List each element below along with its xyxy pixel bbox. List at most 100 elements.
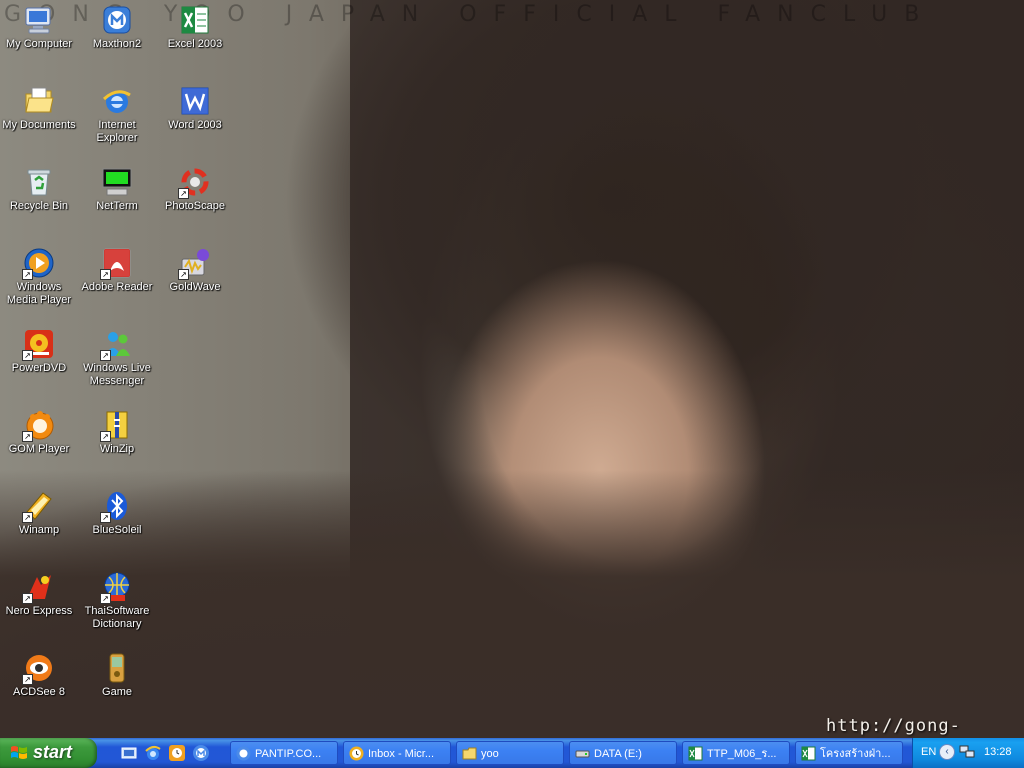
desktop-icon-gom-player[interactable]: ↗ GOM Player xyxy=(0,409,78,456)
photoscape-icon: ↗ xyxy=(178,166,211,199)
folder-icon xyxy=(462,747,477,760)
taskbar-button-label: DATA (E:) xyxy=(594,748,642,760)
desktop-icon-my-documents[interactable]: My Documents xyxy=(0,85,78,132)
desktop-icon-maxthon[interactable]: Maxthon2 xyxy=(78,4,156,51)
shortcut-arrow-icon: ↗ xyxy=(100,512,111,523)
show-hidden-icons-button[interactable]: ‹ xyxy=(939,744,955,760)
taskbar-button-label: โครงสร้างฝ่า... xyxy=(820,748,891,760)
desktop-icon-label: GOM Player xyxy=(8,443,70,455)
internet-explorer-icon xyxy=(101,85,133,117)
maxthon-icon[interactable] xyxy=(192,744,210,762)
shortcut-arrow-icon: ↗ xyxy=(100,593,111,604)
shortcut-arrow-icon: ↗ xyxy=(100,269,111,280)
taskbar-button-label: TTP_M06_ร... xyxy=(707,748,777,760)
excel-icon xyxy=(688,746,703,761)
internet-explorer-icon[interactable] xyxy=(144,744,162,762)
desktop-icon-label: BlueSoleil xyxy=(92,524,142,536)
desktop-icon-label: Internet Explorer xyxy=(96,119,138,144)
taskbar: start PANTIP.CO... Inbox - Micr... yoo D… xyxy=(0,738,1024,768)
clock-app-icon[interactable] xyxy=(168,744,186,762)
desktop-icon-label: GoldWave xyxy=(169,281,221,293)
shortcut-arrow-icon: ↗ xyxy=(178,269,189,280)
desktop-icon-word[interactable]: Word 2003 xyxy=(156,85,234,132)
windows-flag-icon xyxy=(11,746,27,759)
desktop-icon-my-computer[interactable]: My Computer xyxy=(0,4,78,51)
desktop-icon-thaisoftware-dictionary[interactable]: ↗ ThaiSoftware Dictionary xyxy=(78,571,156,631)
desktop-icon-netterm[interactable]: NetTerm xyxy=(78,166,156,213)
desktop-icon-excel[interactable]: Excel 2003 xyxy=(156,4,234,51)
desktop-icon-label: ThaiSoftware Dictionary xyxy=(84,605,150,630)
desktop-icon-winzip[interactable]: ↗ WinZip xyxy=(78,409,156,456)
goldwave-icon: ↗ xyxy=(178,247,211,280)
desktop-icon-label: Adobe Reader xyxy=(81,281,153,293)
acdsee-icon: ↗ xyxy=(22,652,55,685)
desktop-icon-acdsee[interactable]: ↗ ACDSee 8 xyxy=(0,652,78,699)
desktop-icon-label: Excel 2003 xyxy=(167,38,223,50)
winzip-icon: ↗ xyxy=(100,409,133,442)
desktop-icon-label: Recycle Bin xyxy=(9,200,69,212)
desktop-icon-label: WinZip xyxy=(99,443,135,455)
shortcut-arrow-icon: ↗ xyxy=(100,350,111,361)
windows-media-player-icon: ↗ xyxy=(22,247,55,280)
clock[interactable]: 13:28 xyxy=(984,746,1012,758)
desktop-icon-label: Windows Live Messenger xyxy=(83,362,151,387)
desktop-icon-label: Game xyxy=(102,686,132,698)
desktop-icon-photoscape[interactable]: ↗ PhotoScape xyxy=(156,166,234,213)
desktop-icon-game[interactable]: Game xyxy=(78,652,156,699)
bluetooth-icon: ↗ xyxy=(100,490,133,523)
winamp-icon: ↗ xyxy=(22,490,55,523)
taskbar-button-inbox[interactable]: Inbox - Micr... xyxy=(343,741,451,765)
start-button[interactable]: start xyxy=(0,738,97,768)
desktop-icon-label: PowerDVD xyxy=(11,362,67,374)
drive-icon xyxy=(575,750,590,758)
desktop-icon-label: My Documents xyxy=(2,119,76,131)
desktop-icon-winamp[interactable]: ↗ Winamp xyxy=(0,490,78,537)
desktop-icon-internet-explorer[interactable]: Internet Explorer xyxy=(78,85,156,145)
desktop-icon-windows-live-messenger[interactable]: ↗ Windows Live Messenger xyxy=(78,328,156,388)
language-indicator[interactable]: EN xyxy=(921,746,936,758)
dictionary-globe-icon: ↗ xyxy=(100,571,133,604)
taskbar-button-label: yoo xyxy=(481,748,499,760)
shortcut-arrow-icon: ↗ xyxy=(100,431,111,442)
nero-icon: ↗ xyxy=(22,571,55,604)
desktop-icon-adobe-reader[interactable]: ↗ Adobe Reader xyxy=(78,247,156,294)
excel-icon xyxy=(801,746,816,761)
my-computer-icon xyxy=(23,4,55,36)
taskbar-button-structure-excel[interactable]: โครงสร้างฝ่า... xyxy=(795,741,903,765)
outlook-icon xyxy=(349,746,364,761)
desktop-icon-label: My Computer xyxy=(5,38,73,50)
desktop-icon-nero-express[interactable]: ↗ Nero Express xyxy=(0,571,78,618)
desktop-icon-label: PhotoScape xyxy=(165,200,225,212)
maxthon-icon xyxy=(101,4,133,36)
desktop-icon-label: Word 2003 xyxy=(168,119,222,131)
word-icon xyxy=(179,85,211,117)
shortcut-arrow-icon: ↗ xyxy=(22,350,33,361)
taskbar-button-data-drive[interactable]: DATA (E:) xyxy=(569,741,677,765)
my-documents-icon xyxy=(23,85,55,117)
shortcut-arrow-icon: ↗ xyxy=(178,188,189,199)
desktop-icon-windows-media-player[interactable]: ↗ Windows Media Player xyxy=(0,247,78,307)
taskbar-button-pantip[interactable]: PANTIP.CO... xyxy=(230,741,338,765)
shortcut-arrow-icon: ↗ xyxy=(22,512,33,523)
desktop-icon-label: Maxthon2 xyxy=(92,38,142,50)
netterm-icon xyxy=(101,166,133,198)
network-icon[interactable] xyxy=(959,745,975,759)
shortcut-arrow-icon: ↗ xyxy=(22,593,33,604)
desktop-icon-label: ACDSee 8 xyxy=(13,686,65,698)
start-label: start xyxy=(33,742,73,762)
system-tray: EN ‹ 13:28 xyxy=(912,738,1024,768)
taskbar-button-label: PANTIP.CO... xyxy=(255,748,322,760)
desktop-icon-powerdvd[interactable]: ↗ PowerDVD xyxy=(0,328,78,375)
desktop-icon-goldwave[interactable]: ↗ GoldWave xyxy=(156,247,234,294)
wallpaper-url-text: http://gong-yoo.jp xyxy=(826,716,961,738)
recycle-bin-icon xyxy=(23,166,55,198)
desktop-icon-bluesoleil[interactable]: ↗ BlueSoleil xyxy=(78,490,156,537)
desktop-icon-recycle-bin[interactable]: Recycle Bin xyxy=(0,166,78,213)
taskbar-button-yoo-folder[interactable]: yoo xyxy=(456,741,564,765)
taskbar-button-ttp-excel[interactable]: TTP_M06_ร... xyxy=(682,741,790,765)
shortcut-arrow-icon: ↗ xyxy=(22,431,33,442)
powerdvd-icon: ↗ xyxy=(22,328,55,361)
gom-player-icon: ↗ xyxy=(22,409,55,442)
game-device-icon xyxy=(101,652,133,684)
show-desktop-icon[interactable] xyxy=(120,744,138,762)
